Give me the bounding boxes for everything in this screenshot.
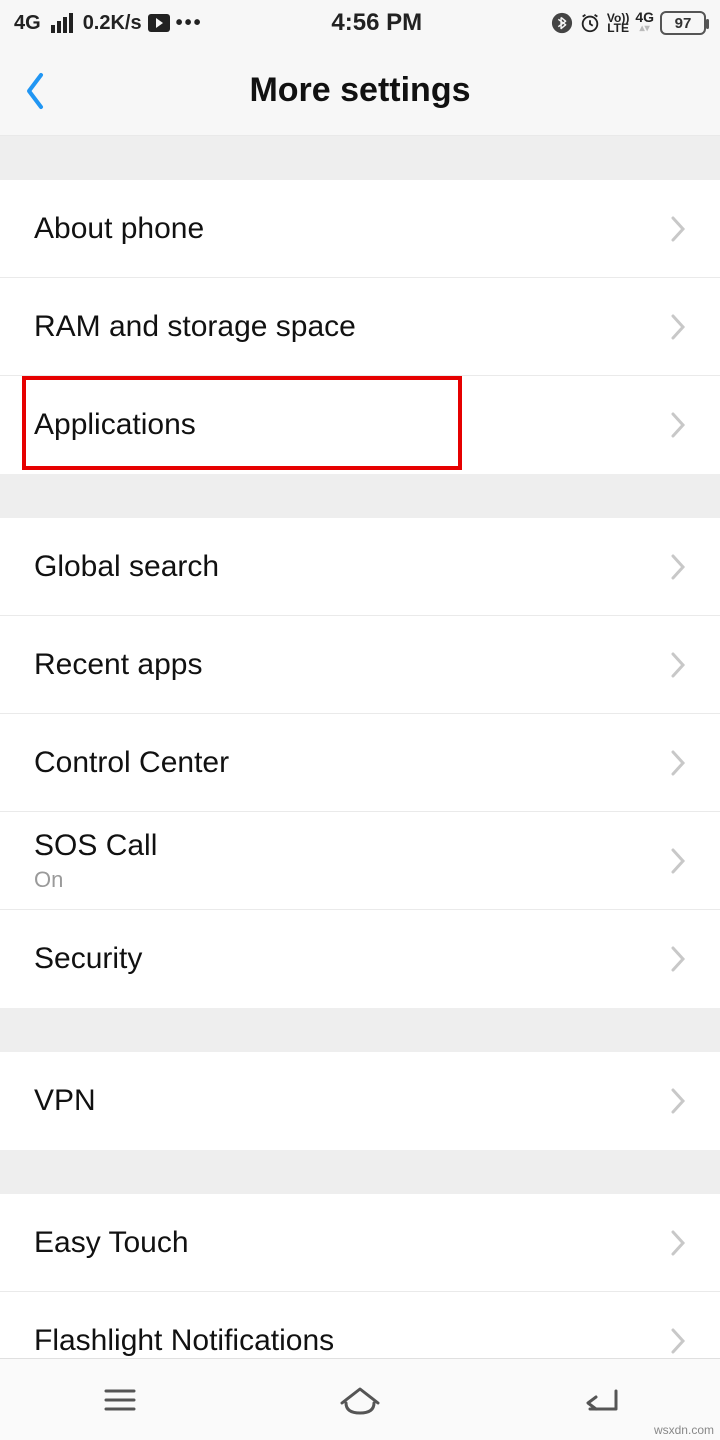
home-icon bbox=[336, 1383, 384, 1417]
row-sublabel: On bbox=[34, 867, 670, 893]
row-sos-call[interactable]: SOS Call On bbox=[0, 812, 720, 910]
settings-group-1: About phone RAM and storage space Applic… bbox=[0, 180, 720, 474]
row-easy-touch[interactable]: Easy Touch bbox=[0, 1194, 720, 1292]
page-title: More settings bbox=[0, 71, 720, 110]
chevron-right-icon bbox=[670, 651, 686, 679]
watermark: wsxdn.com bbox=[654, 1423, 714, 1437]
chevron-right-icon bbox=[670, 1087, 686, 1115]
chevron-right-icon bbox=[670, 1229, 686, 1257]
settings-group-2: Global search Recent apps Control Center… bbox=[0, 518, 720, 1008]
section-gap bbox=[0, 474, 720, 518]
chevron-right-icon bbox=[670, 215, 686, 243]
section-gap bbox=[0, 1008, 720, 1052]
row-label: SOS Call bbox=[34, 829, 670, 863]
data-speed: 0.2K/s bbox=[83, 12, 142, 35]
nav-recent-button[interactable] bbox=[60, 1370, 180, 1430]
battery-level: 97 bbox=[675, 15, 692, 32]
row-label: Recent apps bbox=[34, 648, 670, 682]
section-gap bbox=[0, 1150, 720, 1194]
row-global-search[interactable]: Global search bbox=[0, 518, 720, 616]
chevron-right-icon bbox=[670, 749, 686, 777]
settings-group-3: VPN bbox=[0, 1052, 720, 1150]
row-label: Global search bbox=[34, 550, 670, 584]
menu-icon bbox=[100, 1385, 140, 1415]
chevron-left-icon bbox=[23, 71, 47, 111]
row-label: About phone bbox=[34, 212, 670, 246]
content: About phone RAM and storage space Applic… bbox=[0, 136, 720, 1390]
row-label: Flashlight Notifications bbox=[34, 1324, 670, 1358]
row-label: RAM and storage space bbox=[34, 310, 670, 344]
back-icon bbox=[578, 1383, 622, 1417]
status-time: 4:56 PM bbox=[203, 9, 551, 37]
row-about-phone[interactable]: About phone bbox=[0, 180, 720, 278]
chevron-right-icon bbox=[670, 1327, 686, 1355]
back-button[interactable] bbox=[0, 46, 70, 135]
row-label: Easy Touch bbox=[34, 1226, 670, 1260]
status-left: 4G 0.2K/s ••• bbox=[14, 12, 203, 35]
app-header: More settings bbox=[0, 46, 720, 136]
status-right: Vo)) LTE 4G ▴▾ 97 bbox=[551, 11, 706, 35]
signal-icon bbox=[51, 13, 73, 33]
chevron-right-icon bbox=[670, 945, 686, 973]
network-type: 4G bbox=[14, 12, 41, 35]
bluetooth-icon bbox=[551, 12, 573, 34]
row-ram-storage[interactable]: RAM and storage space bbox=[0, 278, 720, 376]
row-security[interactable]: Security bbox=[0, 910, 720, 1008]
status-bar: 4G 0.2K/s ••• 4:56 PM Vo)) LTE 4G ▴▾ 97 bbox=[0, 0, 720, 46]
row-label: VPN bbox=[34, 1084, 670, 1118]
volte-icon: Vo)) LTE bbox=[607, 13, 629, 33]
chevron-right-icon bbox=[670, 411, 686, 439]
secondary-network-icon: 4G ▴▾ bbox=[635, 11, 654, 35]
battery-icon: 97 bbox=[660, 11, 706, 35]
nav-home-button[interactable] bbox=[300, 1370, 420, 1430]
media-icon bbox=[148, 14, 170, 32]
alarm-icon bbox=[579, 12, 601, 34]
row-recent-apps[interactable]: Recent apps bbox=[0, 616, 720, 714]
row-label: Applications bbox=[34, 408, 670, 442]
chevron-right-icon bbox=[670, 553, 686, 581]
system-nav-bar bbox=[0, 1358, 720, 1440]
more-notifications-icon: ••• bbox=[176, 12, 203, 35]
nav-back-button[interactable] bbox=[540, 1370, 660, 1430]
row-control-center[interactable]: Control Center bbox=[0, 714, 720, 812]
section-gap bbox=[0, 136, 720, 180]
row-label: Security bbox=[34, 942, 670, 976]
row-applications[interactable]: Applications bbox=[0, 376, 720, 474]
chevron-right-icon bbox=[670, 847, 686, 875]
row-label: Control Center bbox=[34, 746, 670, 780]
chevron-right-icon bbox=[670, 313, 686, 341]
row-vpn[interactable]: VPN bbox=[0, 1052, 720, 1150]
